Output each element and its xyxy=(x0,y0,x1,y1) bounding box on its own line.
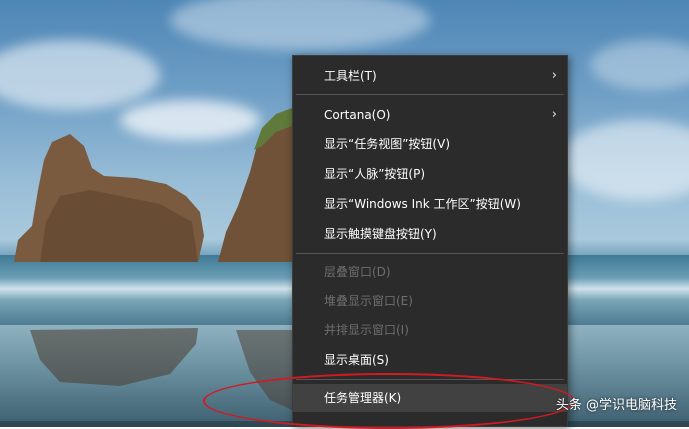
menu-item-show-windows-ink-button[interactable]: 显示“Windows Ink 工作区”按钮(W) xyxy=(293,190,567,218)
menu-item-label: 工具栏(T) xyxy=(324,69,377,83)
watermark: 头条 @学识电脑科技 xyxy=(555,398,677,413)
menu-item-label: 堆叠显示窗口(E) xyxy=(324,294,413,308)
menu-item-label: 显示桌面(S) xyxy=(324,353,389,367)
menu-separator xyxy=(296,253,564,254)
menu-item-label: Cortana(O) xyxy=(324,108,391,122)
menu-item-label: 显示“Windows Ink 工作区”按钮(W) xyxy=(324,197,521,211)
menu-item-toolbars[interactable]: 工具栏(T) › xyxy=(293,62,567,90)
menu-item-cascade-windows: 层叠窗口(D) xyxy=(293,258,567,286)
menu-item-show-windows-stacked: 堆叠显示窗口(E) xyxy=(293,287,567,315)
menu-item-label: 显示触摸键盘按钮(Y) xyxy=(324,227,437,241)
menu-item-label: 显示“任务视图”按钮(V) xyxy=(324,137,451,151)
highlight-ellipse xyxy=(203,373,575,429)
menu-item-show-task-view-button[interactable]: 显示“任务视图”按钮(V) xyxy=(293,130,567,158)
menu-item-show-people-button[interactable]: 显示“人脉”按钮(P) xyxy=(293,160,567,188)
taskbar-context-menu: 工具栏(T) › Cortana(O) › 显示“任务视图”按钮(V) 显示“人… xyxy=(292,55,568,427)
menu-item-cortana[interactable]: Cortana(O) › xyxy=(293,101,567,129)
menu-item-label: 并排显示窗口(I) xyxy=(324,323,409,337)
chevron-right-icon: › xyxy=(551,68,557,83)
left-rock-reflection xyxy=(30,328,198,386)
arch-rock xyxy=(218,110,292,262)
menu-separator xyxy=(296,94,564,95)
chevron-right-icon: › xyxy=(551,107,557,122)
menu-item-show-desktop[interactable]: 显示桌面(S) xyxy=(293,346,567,374)
menu-item-show-touch-keyboard-button[interactable]: 显示触摸键盘按钮(Y) xyxy=(293,220,567,248)
menu-item-label: 层叠窗口(D) xyxy=(324,265,391,279)
menu-item-show-windows-side-by-side: 并排显示窗口(I) xyxy=(293,316,567,344)
menu-item-label: 显示“人脉”按钮(P) xyxy=(324,167,426,181)
